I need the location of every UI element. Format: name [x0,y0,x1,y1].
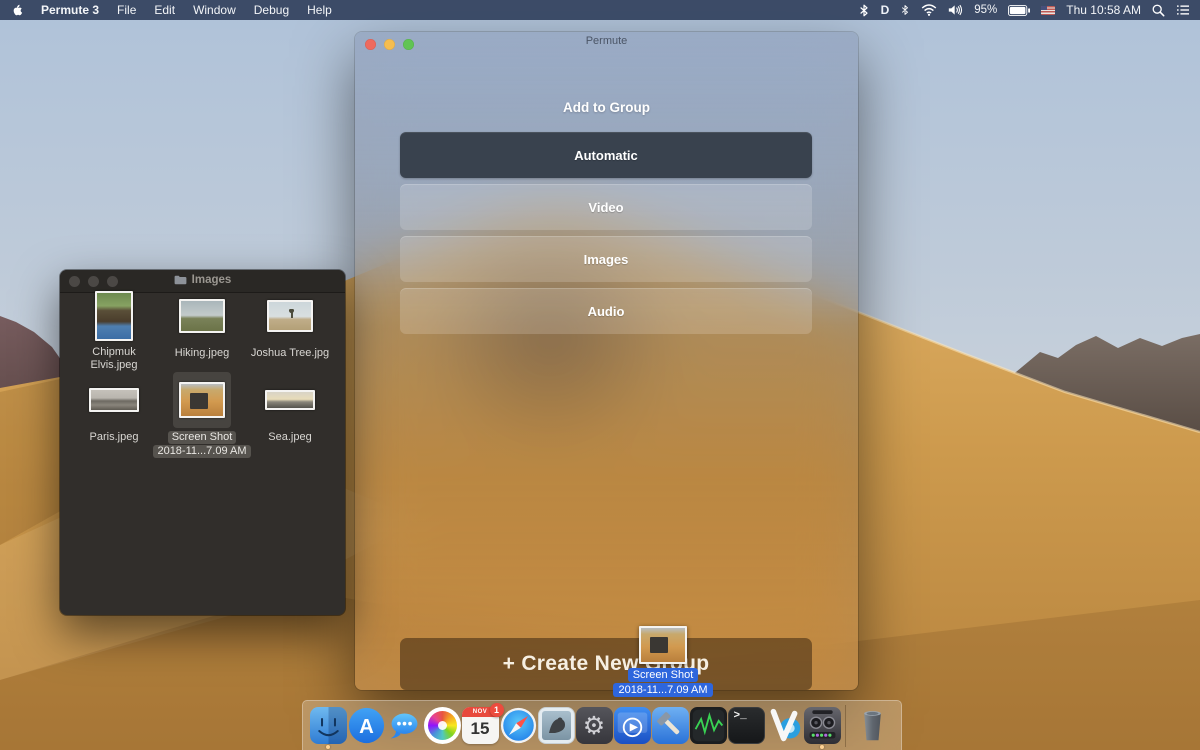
xcode-icon [652,707,689,744]
dock-separator [845,705,846,747]
permute-window-title: Permute [355,35,858,47]
finder-window: Images Chipmuk Elvis.jpeg Hiking.jpeg Jo… [60,270,345,615]
sea-photo-thumbnail [267,392,313,408]
file-item-hiking[interactable]: Hiking.jpeg [158,288,246,372]
finder-file-grid: Chipmuk Elvis.jpeg Hiking.jpeg Joshua Tr… [70,288,335,456]
hiking-photo-thumbnail [181,301,223,331]
screenshot-thumbnail [181,384,223,416]
downie-menu-icon[interactable]: D [881,3,890,17]
system-preferences-icon: ⚙ [576,707,613,744]
menu-clock[interactable]: Thu 10:58 AM [1066,3,1141,17]
group-video-button[interactable]: Video [400,184,812,230]
photos-icon [424,707,461,744]
menu-help[interactable]: Help [307,3,332,17]
dock: A NOV 15 1 [302,700,902,750]
wifi-icon[interactable] [921,4,937,16]
bluetooth-accessory-icon[interactable] [858,3,870,18]
group-images-button[interactable]: Images [400,236,812,282]
file-label: Paris.jpeg [90,431,139,444]
file-item-paris[interactable]: Paris.jpeg [70,372,158,456]
dock-item-safari[interactable] [499,702,537,750]
calendar-icon: NOV 15 1 [462,707,499,744]
dock-item-downie[interactable] [765,702,803,750]
folder-icon [174,275,187,285]
selection-highlight [173,372,231,428]
safari-icon [500,707,537,744]
permute-window: Permute Add to Group Automatic Video Ima… [355,32,858,690]
selected-file-label: Screen Shot 2018-11...7.09 AM [153,431,250,458]
dock-item-activity-monitor[interactable] [689,702,727,750]
file-label: Chipmuk Elvis.jpeg [71,346,157,372]
notification-center-icon[interactable] [1176,4,1190,16]
dock-item-calendar[interactable]: NOV 15 1 [461,702,499,750]
mail-icon [538,707,575,744]
input-language-flag-icon[interactable] [1041,6,1055,15]
file-label: Joshua Tree.jpg [251,347,329,360]
dock-item-media-player[interactable] [613,702,651,750]
file-item-joshua-tree[interactable]: Joshua Tree.jpg [246,288,334,372]
dock-item-terminal[interactable]: >_ [727,702,765,750]
volume-icon[interactable] [948,4,963,16]
menu-debug[interactable]: Debug [254,3,289,17]
running-indicator [326,745,330,749]
permute-icon [804,707,841,744]
group-automatic-button[interactable]: Automatic [400,132,812,178]
bluetooth-icon[interactable] [900,3,910,17]
dragged-file-preview[interactable]: Screen Shot 2018-11...7.09 AM [603,626,723,697]
file-label: Sea.jpeg [268,431,311,444]
desktop: Permute 3 File Edit Window Debug Help D … [0,0,1200,750]
menu-window[interactable]: Window [193,3,236,17]
joshua-tree-photo-thumbnail [269,302,311,330]
trash-icon [854,707,891,744]
downie-icon [766,707,803,744]
dragged-file-label: Screen Shot 2018-11...7.09 AM [613,668,712,697]
battery-percent: 95% [974,4,997,16]
finder-window-title: Images [192,274,232,286]
chipmunk-photo-thumbnail [97,293,131,339]
dock-item-messages[interactable] [385,702,423,750]
menu-edit[interactable]: Edit [154,3,175,17]
dock-item-system-preferences[interactable]: ⚙ [575,702,613,750]
paris-photo-thumbnail [91,390,137,410]
apple-menu-icon[interactable] [10,3,23,18]
activity-monitor-icon [690,707,727,744]
group-button-list: Automatic Video Images Audio [400,132,812,340]
menu-bar: Permute 3 File Edit Window Debug Help D … [0,0,1200,20]
dock-item-trash[interactable] [850,702,894,750]
running-indicator [820,745,824,749]
group-audio-button[interactable]: Audio [400,288,812,334]
messages-icon [386,707,423,744]
dock-item-photos[interactable] [423,702,461,750]
add-to-group-heading: Add to Group [355,100,858,115]
dock-item-xcode[interactable] [651,702,689,750]
dock-item-mail[interactable] [537,702,575,750]
app-store-icon: A [348,707,385,744]
media-player-icon [614,707,651,744]
permute-titlebar[interactable]: Permute [355,32,858,52]
battery-icon[interactable] [1008,5,1030,16]
dock-item-permute[interactable] [803,702,841,750]
menu-app-name[interactable]: Permute 3 [41,3,99,17]
dock-item-finder[interactable] [309,702,347,750]
dragged-screenshot-thumbnail [641,628,685,662]
spotlight-search-icon[interactable] [1152,4,1165,17]
dock-item-app-store[interactable]: A [347,702,385,750]
calendar-day: 15 [462,717,499,741]
finder-icon [310,707,347,744]
menu-file[interactable]: File [117,3,136,17]
file-label: Hiking.jpeg [175,347,229,360]
svg-text:A: A [359,716,374,738]
file-item-screen-shot-selected[interactable]: Screen Shot 2018-11...7.09 AM [158,372,246,456]
file-item-sea[interactable]: Sea.jpeg [246,372,334,456]
file-item-chipmuk-elvis[interactable]: Chipmuk Elvis.jpeg [70,288,158,372]
terminal-icon: >_ [728,707,765,744]
